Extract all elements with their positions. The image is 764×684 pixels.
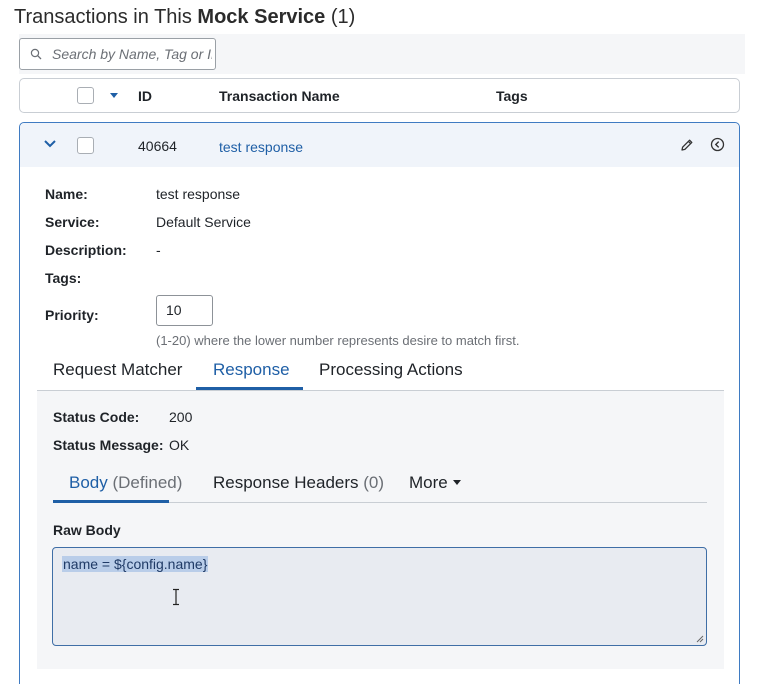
description-label: Description: [45, 242, 127, 258]
raw-body-textarea[interactable]: name = ${config.name} [52, 547, 707, 646]
tab-request-matcher[interactable]: Request Matcher [53, 360, 182, 380]
response-panel: Status Code: 200 Status Message: OK Body… [37, 391, 724, 669]
name-value: test response [156, 186, 241, 202]
subtab-response-headers[interactable]: Response Headers (0) [213, 473, 384, 493]
name-label: Name: [45, 186, 88, 202]
caret-down-icon [452, 479, 461, 485]
priority-hint: (1-20) where the lower number represents… [156, 333, 520, 348]
table-row: 40664 test response [20, 123, 739, 167]
subtab-headers-label: Response Headers [213, 473, 359, 492]
resize-grip-icon[interactable] [696, 635, 704, 643]
active-subtab-indicator [53, 500, 169, 503]
title-count: (1) [330, 6, 356, 28]
row-checkbox[interactable] [77, 137, 94, 154]
description-value: - [156, 242, 161, 258]
subtab-body-state: (Defined) [112, 473, 183, 492]
tab-processing-actions[interactable]: Processing Actions [319, 360, 463, 380]
raw-body-text: name = ${config.name} [62, 556, 209, 572]
status-code-label: Status Code: [53, 409, 140, 425]
back-circle-icon[interactable] [710, 137, 725, 152]
page-title: Transactions in This Mock Service (1) [14, 6, 355, 29]
subtab-body-label: Body [69, 473, 108, 492]
raw-body-label: Raw Body [53, 522, 121, 538]
column-header-tags[interactable]: Tags [496, 88, 528, 104]
pencil-icon[interactable] [680, 138, 694, 152]
tags-label: Tags: [45, 270, 82, 286]
search-box[interactable] [19, 38, 216, 70]
status-message-value: OK [169, 437, 190, 453]
subtab-body[interactable]: Body (Defined) [69, 473, 182, 493]
response-subtabs: Body (Defined) Response Headers (0) More [53, 463, 707, 503]
subtab-headers-count: (0) [363, 473, 385, 492]
table-header: ID Transaction Name Tags [19, 78, 740, 113]
search-input[interactable] [52, 46, 212, 62]
select-all-checkbox[interactable] [77, 87, 94, 104]
sort-caret-icon[interactable] [110, 93, 118, 98]
more-label: More [409, 473, 448, 492]
status-code-value: 200 [169, 409, 193, 425]
search-toolbar [19, 34, 745, 74]
detail-tabs: Request Matcher Response Processing Acti… [37, 357, 724, 391]
transaction-name-link[interactable]: test response [219, 139, 303, 155]
column-header-name[interactable]: Transaction Name [219, 88, 340, 104]
service-label: Service: [45, 214, 100, 230]
more-dropdown[interactable]: More [409, 473, 461, 493]
active-tab-indicator [196, 387, 303, 390]
service-value: Default Service [156, 214, 251, 230]
column-header-id[interactable]: ID [138, 88, 152, 104]
search-icon [30, 48, 42, 60]
priority-label: Priority: [45, 307, 99, 323]
priority-input[interactable]: 10 [156, 295, 213, 326]
status-message-label: Status Message: [53, 437, 164, 453]
chevron-down-icon[interactable] [44, 139, 56, 149]
title-prefix: Transactions in This [14, 6, 192, 28]
tab-response[interactable]: Response [213, 360, 290, 380]
row-id: 40664 [138, 138, 177, 154]
text-cursor-icon [173, 588, 179, 606]
transaction-row-expanded: 40664 test response Name: test response … [19, 122, 740, 684]
title-service: Mock Service [197, 6, 326, 28]
